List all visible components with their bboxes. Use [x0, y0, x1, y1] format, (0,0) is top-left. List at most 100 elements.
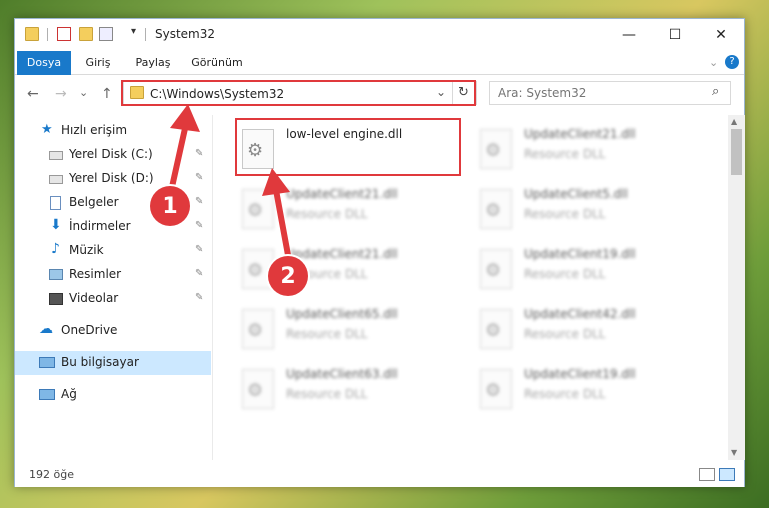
- gear-icon: ⚙: [247, 200, 264, 221]
- tab-share[interactable]: Paylaş: [129, 51, 177, 75]
- file-tile[interactable]: ⚙ UpdateClient63.dll Resource DLL: [236, 361, 466, 417]
- divider: [47, 28, 48, 41]
- minimize-button[interactable]: —: [606, 19, 652, 51]
- sidebar-item-onedrive[interactable]: ☁ OneDrive: [15, 319, 211, 343]
- search-box[interactable]: ⌕: [489, 81, 731, 105]
- file-tile[interactable]: ⚙ UpdateClient21.dll Resource DLL: [236, 181, 466, 237]
- dll-file-icon: ⚙: [242, 369, 274, 409]
- folder-icon: [25, 27, 39, 41]
- sidebar-item-local-disk-c[interactable]: Yerel Disk (C:) ✎: [15, 143, 211, 167]
- dll-file-icon: ⚙: [480, 369, 512, 409]
- pictures-icon: [49, 269, 63, 280]
- file-tile[interactable]: ⚙ UpdateClient19.dll Resource DLL: [474, 241, 704, 297]
- customize-toolbar-icon[interactable]: [99, 27, 113, 41]
- dll-file-icon: ⚙: [242, 309, 274, 349]
- dll-file-icon: ⚙: [480, 309, 512, 349]
- sidebar-item-network[interactable]: Ağ: [15, 383, 211, 407]
- tab-file[interactable]: Dosya: [17, 51, 71, 75]
- sidebar-item-local-disk-d[interactable]: Yerel Disk (D:) ✎: [15, 167, 211, 191]
- sidebar-item-music[interactable]: ♪ Müzik ✎: [15, 239, 211, 263]
- scroll-down-icon[interactable]: ▼: [731, 448, 737, 457]
- sidebar-item-pictures[interactable]: Resimler ✎: [15, 263, 211, 287]
- file-name: UpdateClient21.dll: [286, 187, 398, 201]
- sidebar-item-videos[interactable]: Videolar ✎: [15, 287, 211, 311]
- pin-icon[interactable]: ✎: [195, 148, 203, 159]
- gear-icon: ⚙: [485, 380, 502, 401]
- cloud-icon: ☁: [39, 321, 53, 337]
- details-view-icon[interactable]: [699, 468, 715, 481]
- help-icon[interactable]: ?: [725, 55, 739, 69]
- divider: [452, 82, 453, 104]
- close-button[interactable]: ✕: [698, 19, 744, 51]
- step-1-badge: 1: [150, 186, 190, 226]
- file-type: Resource DLL: [524, 267, 606, 281]
- file-type: Resource DLL: [524, 327, 606, 341]
- pin-icon[interactable]: ✎: [195, 244, 203, 255]
- tab-home[interactable]: Giriş: [77, 51, 119, 75]
- file-name: UpdateClient65.dll: [286, 307, 398, 321]
- scroll-thumb[interactable]: [731, 129, 742, 175]
- sidebar-item-quick-access[interactable]: ★ Hızlı erişim: [15, 119, 211, 143]
- pin-icon[interactable]: ✎: [195, 220, 203, 231]
- forward-arrow-icon[interactable]: →: [55, 86, 67, 102]
- properties-icon[interactable]: [57, 27, 71, 41]
- large-icons-view-icon[interactable]: [719, 468, 735, 481]
- search-icon[interactable]: ⌕: [712, 84, 719, 99]
- sidebar-item-label: Belgeler: [69, 195, 119, 209]
- file-name: UpdateClient19.dll: [524, 367, 636, 381]
- file-type: Resource DLL: [286, 207, 368, 221]
- recent-locations-icon[interactable]: ⌄: [79, 86, 88, 99]
- gear-icon: ⚙: [247, 320, 264, 341]
- file-tile[interactable]: ⚙ UpdateClient42.dll Resource DLL: [474, 301, 704, 357]
- ribbon-tabs: Dosya Giriş Paylaş Görünüm ⌄ ?: [15, 51, 744, 75]
- file-type: Resource DLL: [286, 387, 368, 401]
- downloads-icon: ⬇: [50, 217, 62, 233]
- address-path[interactable]: C:\Windows\System32: [150, 87, 284, 101]
- file-name: UpdateClient63.dll: [286, 367, 398, 381]
- explorer-window: ▾ System32 — ☐ ✕ Dosya Giriş Paylaş Görü…: [14, 18, 745, 487]
- chevron-down-icon[interactable]: ⌄: [709, 56, 718, 69]
- file-type: Resource DLL: [286, 327, 368, 341]
- videos-icon: [49, 293, 63, 305]
- sidebar-item-label: İndirmeler: [69, 219, 131, 233]
- maximize-button[interactable]: ☐: [652, 19, 698, 51]
- gear-icon: ⚙: [485, 200, 502, 221]
- tab-view[interactable]: Görünüm: [187, 51, 247, 75]
- file-tile[interactable]: ⚙ UpdateClient65.dll Resource DLL: [236, 301, 466, 357]
- dll-file-icon: ⚙: [242, 189, 274, 229]
- chevron-down-icon[interactable]: ▾: [131, 26, 136, 37]
- star-icon: ★: [41, 122, 53, 137]
- chevron-down-icon[interactable]: ⌄: [436, 85, 446, 99]
- back-arrow-icon[interactable]: ←: [27, 86, 39, 102]
- navigation-bar: ← → ⌄ ↑ C:\Windows\System32 ⌄ ↻ ⌕: [15, 77, 744, 111]
- address-bar[interactable]: C:\Windows\System32 ⌄ ↻: [123, 81, 477, 105]
- pin-icon[interactable]: ✎: [195, 268, 203, 279]
- sidebar-item-label: Yerel Disk (D:): [69, 171, 154, 185]
- file-tile[interactable]: ⚙ UpdateClient21.dll Resource DLL: [474, 121, 704, 177]
- file-tile[interactable]: ⚙ UpdateClient19.dll Resource DLL: [474, 361, 704, 417]
- file-name: UpdateClient19.dll: [524, 247, 636, 261]
- file-name: UpdateClient21.dll: [524, 127, 636, 141]
- sidebar-item-this-pc[interactable]: Bu bilgisayar: [15, 351, 211, 375]
- new-folder-icon[interactable]: [79, 27, 93, 41]
- file-tile[interactable]: ⚙ low-level engine.dll: [236, 121, 466, 177]
- gear-icon: ⚙: [247, 380, 264, 401]
- search-input[interactable]: [498, 85, 708, 101]
- pin-icon[interactable]: ✎: [195, 196, 203, 207]
- item-count: 192 öğe: [29, 468, 74, 481]
- pin-icon[interactable]: ✎: [195, 292, 203, 303]
- refresh-icon[interactable]: ↻: [458, 85, 469, 100]
- network-icon: [39, 389, 55, 400]
- pin-icon[interactable]: ✎: [195, 172, 203, 183]
- file-name: UpdateClient42.dll: [524, 307, 636, 321]
- up-arrow-icon[interactable]: ↑: [101, 86, 113, 102]
- sidebar-item-label: Resimler: [69, 267, 122, 281]
- sidebar-item-label: Ağ: [61, 387, 77, 401]
- gear-icon: ⚙: [485, 260, 502, 281]
- step-2-badge: 2: [268, 256, 308, 296]
- music-icon: ♪: [51, 241, 60, 257]
- vertical-scrollbar[interactable]: ▲ ▼: [728, 115, 745, 460]
- documents-icon: [50, 196, 61, 210]
- scroll-up-icon[interactable]: ▲: [731, 117, 737, 126]
- file-tile[interactable]: ⚙ UpdateClient5.dll Resource DLL: [474, 181, 704, 237]
